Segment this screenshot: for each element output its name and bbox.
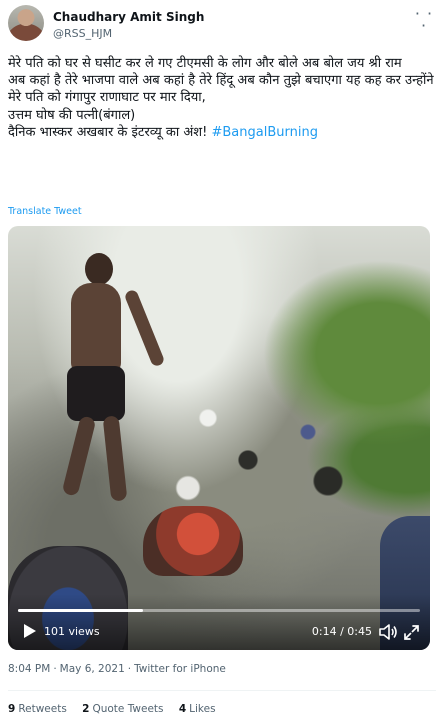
retweets-count: 9 [8, 703, 16, 715]
video-view-count: 101 views [44, 625, 100, 638]
video-time: 0:14 / 0:45 [311, 625, 372, 638]
tweet-text: मेरे पति को घर से घसीट कर ले गए टीएमसी क… [8, 55, 436, 141]
hashtag-link[interactable]: #BangalBurning [212, 125, 318, 140]
more-icon[interactable]: · · · [412, 6, 436, 34]
likes-count: 4 [178, 703, 187, 715]
tweet-time[interactable]: 8:04 PM [8, 663, 50, 675]
tweet-source[interactable]: Twitter for iPhone [134, 663, 226, 675]
volume-icon[interactable] [378, 623, 398, 641]
tweet-header: Chaudhary Amit Singh @RSS_HJM · · · [8, 5, 436, 47]
video-progress-fill [18, 609, 143, 612]
tweet-date[interactable]: May 6, 2021 [60, 663, 125, 675]
video-frame-debris [168, 376, 368, 516]
quote-tweets-stat[interactable]: 2 Quote Tweets [82, 703, 163, 715]
tweet-line: उत्तम घोष की पत्नी(बंगाल) [8, 107, 136, 123]
video-progress-bar[interactable] [18, 609, 420, 612]
tweet-meta: 8:04 PM · May 6, 2021 · Twitter for iPhone [8, 663, 226, 675]
play-icon[interactable] [20, 622, 38, 640]
divider [8, 690, 436, 691]
fullscreen-icon[interactable] [403, 624, 420, 641]
author-handle[interactable]: @RSS_HJM [53, 27, 112, 40]
quote-tweets-count: 2 [82, 703, 90, 715]
tweet-line: अब कहां है तेरे भाजपा वाले अब कहां है ते… [8, 73, 434, 106]
quote-tweets-label: Quote Tweets [92, 703, 164, 715]
tweet-line-text: दैनिक भास्कर अखबार के इंटरव्यू का अंश! [8, 124, 212, 140]
video-frame-victim [143, 506, 243, 576]
video-player[interactable]: 101 views 0:14 / 0:45 [8, 226, 430, 650]
author-name[interactable]: Chaudhary Amit Singh [53, 10, 204, 24]
video-frame-person [61, 251, 166, 511]
retweets-stat[interactable]: 9 Retweets [8, 703, 67, 715]
tweet-line: दैनिक भास्कर अखबार के इंटरव्यू का अंश! #… [8, 124, 436, 141]
likes-stat[interactable]: 4 Likes [179, 703, 216, 715]
tweet-line: मेरे पति को घर से घसीट कर ले गए टीएमसी क… [8, 56, 402, 71]
tweet-stats: 9 Retweets 2 Quote Tweets 4 Likes [8, 703, 228, 715]
avatar[interactable] [8, 5, 44, 41]
translate-tweet-link[interactable]: Translate Tweet [8, 206, 82, 217]
retweets-label: Retweets [18, 703, 67, 715]
video-controls-overlay [8, 594, 430, 650]
likes-label: Likes [189, 703, 216, 715]
